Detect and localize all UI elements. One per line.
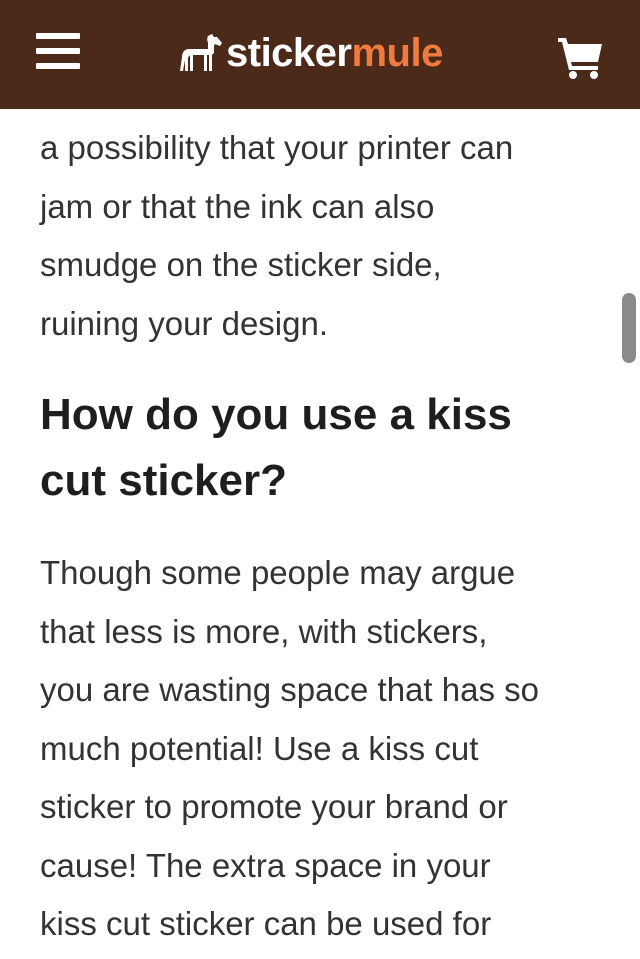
text-line: sticker to promote your brand or xyxy=(40,788,508,825)
text-line: you are wasting space that has so xyxy=(40,671,539,708)
text-line: cause! The extra space in your xyxy=(40,846,491,884)
hamburger-menu-icon[interactable] xyxy=(36,30,82,74)
text-line: much potential! Use a kiss cut xyxy=(40,729,479,767)
menu-line xyxy=(36,33,80,39)
logo-text-mule: mule xyxy=(351,31,443,75)
paragraph-kiss-cut-usage: Though some people may argue that less i… xyxy=(40,544,606,954)
vertical-scrollbar[interactable] xyxy=(622,293,636,363)
text-line: that less is more, with stickers, xyxy=(40,612,488,650)
section-heading: How do you use a kiss cut sticker? xyxy=(40,382,606,514)
stickermule-logo[interactable]: stickermule xyxy=(178,26,443,80)
text-line: a possibility that your printer can xyxy=(40,129,514,166)
menu-line xyxy=(36,63,80,69)
heading-line: cut sticker? xyxy=(40,456,287,505)
cart-glyph xyxy=(558,38,602,79)
shopping-cart-icon[interactable] xyxy=(556,36,604,80)
menu-line xyxy=(36,48,80,54)
text-line: Though some people may argue xyxy=(40,554,516,591)
paragraph-printer-warning: a possibility that your printer can jam … xyxy=(40,119,606,353)
logo-text-sticker: sticker xyxy=(226,31,352,75)
text-line: smudge on the sticker side, xyxy=(40,246,442,283)
text-line: ruining your design. xyxy=(40,304,329,342)
text-line: jam or that the ink can also xyxy=(40,187,435,225)
horse-icon xyxy=(180,34,222,71)
text-line: kiss cut sticker can be used for xyxy=(40,905,492,942)
article-body: a possibility that your printer can jam … xyxy=(40,119,606,954)
heading-line: How do you use a kiss xyxy=(40,390,512,439)
top-nav-bar: stickermule xyxy=(0,0,640,109)
